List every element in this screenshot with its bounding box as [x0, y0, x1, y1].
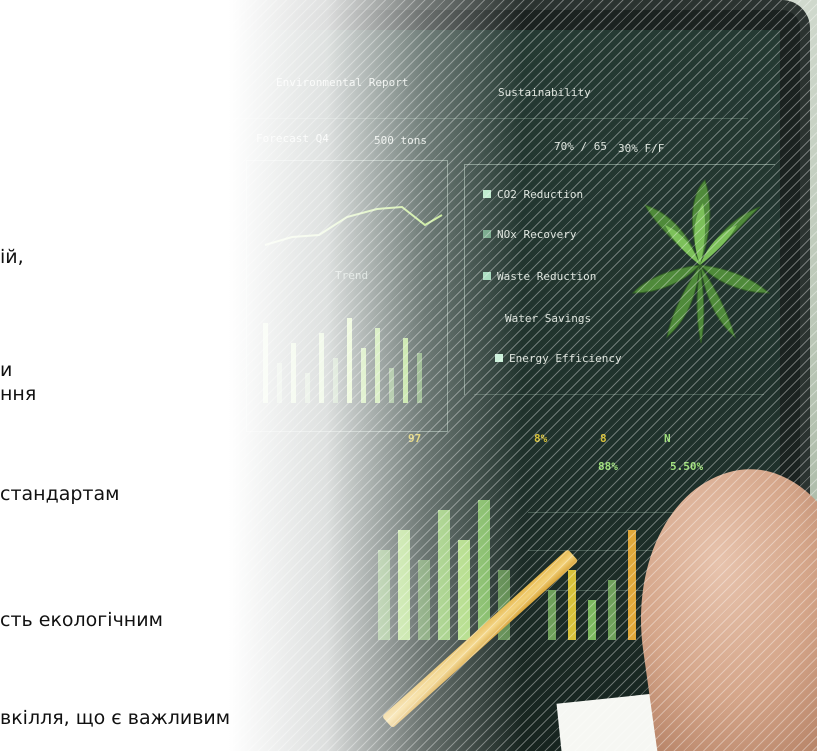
trend-bar: [417, 353, 422, 403]
legend-item: CO2 Reduction: [483, 183, 583, 202]
text-line-5: сть екологічним: [0, 609, 163, 631]
legend-item: Waste Reduction: [483, 265, 596, 284]
text-line-3: ння: [0, 383, 37, 405]
screen-subheader-3: 500 tons: [374, 134, 427, 147]
text-line-1: ій,: [0, 246, 24, 268]
screen-subheader-2: Forecast Q4: [256, 132, 329, 145]
legend-label: Energy Efficiency: [509, 352, 622, 365]
trend-bars: [263, 283, 433, 403]
bottom-bar: [628, 530, 636, 640]
bottom-bar: [458, 540, 470, 640]
screen-subheader-1: Emissions Report 2023: [68, 130, 208, 143]
legend-item: Energy Efficiency: [495, 347, 622, 366]
screen-header-2: Environmental Report: [276, 76, 409, 89]
legend-label: NOx Recovery: [497, 228, 577, 241]
trend-line: [264, 205, 443, 246]
screen-divider: [58, 118, 748, 119]
bottom-bar: [608, 580, 616, 640]
legend-label: CO2 Reduction: [497, 188, 584, 201]
metric-2: 8%: [534, 432, 548, 445]
legend-swatch: [483, 229, 491, 238]
bottom-bar: [438, 510, 450, 640]
metric-1: 97: [408, 432, 422, 445]
legend-label: Water Savings: [505, 312, 592, 325]
trend-bar: [361, 348, 366, 403]
trend-bar: [277, 363, 282, 403]
legend-divider: [474, 394, 764, 395]
trend-bar: [347, 318, 352, 403]
trend-bar: [333, 358, 338, 403]
trend-bar: [389, 368, 394, 403]
plant-icon: [631, 179, 771, 344]
trend-bar: [403, 338, 408, 403]
screen-header-1: ECO Analytics: [78, 76, 165, 89]
legend-swatch: [483, 271, 491, 280]
trend-bar: [375, 328, 380, 403]
bottom-bar: [588, 600, 596, 640]
legend-swatch: [495, 353, 503, 362]
text-line-4: стандартам: [0, 483, 120, 505]
screen-header-3: Sustainability: [498, 86, 591, 99]
screen-subheader-4: 70% / 65: [554, 140, 607, 153]
legend-swatch: [483, 189, 491, 198]
text-line-6: вкілля, що є важливим: [0, 707, 231, 729]
bottom-bar: [418, 560, 430, 640]
legend-item: Water Savings: [505, 307, 591, 326]
trend-chart-panel: Trend: [246, 160, 448, 432]
legend-label: Waste Reduction: [497, 270, 597, 283]
legend-panel: CO2 Reduction NOx Recovery Waste Reducti…: [464, 164, 775, 395]
metric-4: N: [664, 432, 671, 445]
legend-item: NOx Recovery: [483, 223, 576, 242]
trend-bar: [263, 323, 268, 403]
trend-bar: [305, 373, 310, 403]
screen-subheader-5: 30% F/F: [618, 142, 665, 155]
metric-3: 8: [600, 432, 607, 445]
plant-photo-panel: [58, 160, 228, 432]
trend-chart-label: Trend: [335, 269, 369, 282]
bottom-bar: [398, 530, 410, 640]
bottom-bar: [568, 570, 576, 640]
trend-bar: [319, 333, 324, 403]
text-line-2: и: [0, 359, 13, 381]
trend-bar: [291, 343, 296, 403]
bottom-bar: [378, 550, 390, 640]
background-photo: ECO Analytics Environmental Report Susta…: [0, 0, 817, 751]
bottom-bar: [548, 590, 556, 640]
